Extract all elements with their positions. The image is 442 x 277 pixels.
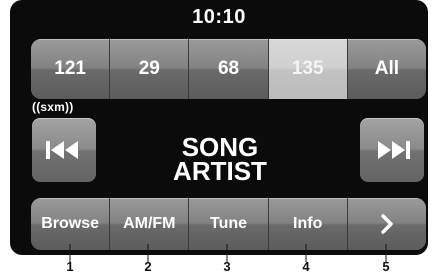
- callout-number-1: 1: [66, 259, 74, 274]
- callout-number-2: 2: [144, 259, 152, 274]
- callout-lines: [69, 244, 387, 262]
- callout-number-4: 4: [302, 259, 310, 274]
- figure: 10:10 121 29 68 135 All ((sxm)) SONG ART…: [0, 0, 442, 277]
- callout-number-5: 5: [382, 259, 390, 274]
- callout-number-3: 3: [223, 259, 231, 274]
